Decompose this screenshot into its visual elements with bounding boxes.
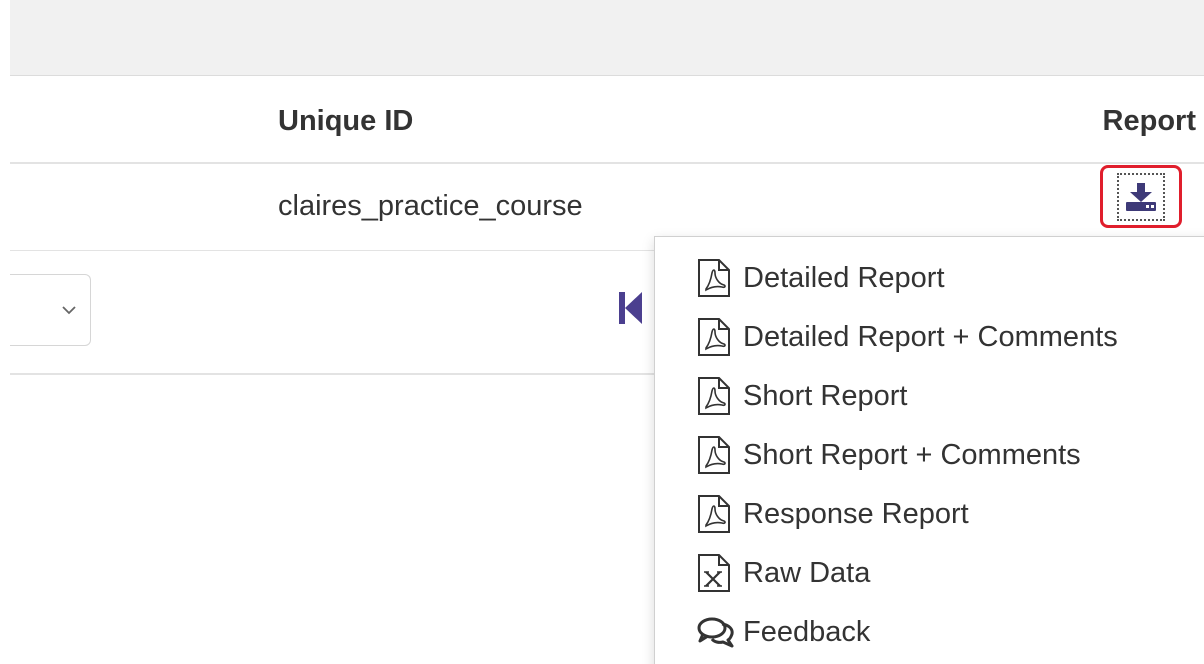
focus-ring — [1117, 172, 1165, 221]
menu-item-raw-data[interactable]: Raw Data — [697, 548, 870, 598]
download-icon — [1126, 182, 1156, 211]
menu-item-feedback[interactable]: Feedback — [697, 607, 870, 657]
pdf-file-icon — [697, 495, 737, 533]
menu-item-detailed-report-comments[interactable]: Detailed Report + Comments — [697, 312, 1118, 362]
menu-item-label: Detailed Report — [743, 261, 945, 294]
menu-item-label: Detailed Report + Comments — [743, 320, 1118, 353]
menu-item-detailed-report[interactable]: Detailed Report — [697, 253, 945, 303]
toolbar-band — [10, 0, 1204, 76]
first-page-icon — [619, 292, 642, 324]
menu-item-short-report[interactable]: Short Report — [697, 371, 907, 421]
chevron-down-icon — [62, 305, 76, 314]
menu-item-short-report-comments[interactable]: Short Report + Comments — [697, 430, 1081, 480]
report-dropdown-menu: Detailed Report Detailed Report + Commen… — [654, 236, 1204, 664]
column-header-report[interactable]: Report — [1103, 105, 1196, 138]
menu-item-label: Short Report — [743, 379, 908, 412]
menu-item-label: Raw Data — [743, 556, 871, 589]
menu-item-label: Feedback — [743, 615, 871, 648]
pdf-file-icon — [697, 436, 737, 474]
table-header-row: Unique ID Report — [10, 76, 1204, 164]
pdf-file-icon — [697, 318, 737, 356]
menu-item-label: Short Report + Comments — [743, 438, 1081, 471]
excel-file-icon — [697, 554, 737, 592]
menu-item-response-report[interactable]: Response Report — [697, 489, 969, 539]
page: Unique ID Report claires_practice_course — [0, 0, 1204, 664]
menu-item-label: Response Report — [743, 497, 969, 530]
pdf-file-icon — [697, 259, 737, 297]
unique-id-cell: claires_practice_course — [278, 190, 583, 222]
comments-icon — [697, 616, 737, 648]
page-size-select[interactable] — [10, 274, 91, 346]
pdf-file-icon — [697, 377, 737, 415]
report-download-button[interactable] — [1100, 165, 1182, 228]
first-page-button[interactable] — [615, 288, 647, 328]
column-header-unique-id[interactable]: Unique ID — [278, 105, 413, 138]
